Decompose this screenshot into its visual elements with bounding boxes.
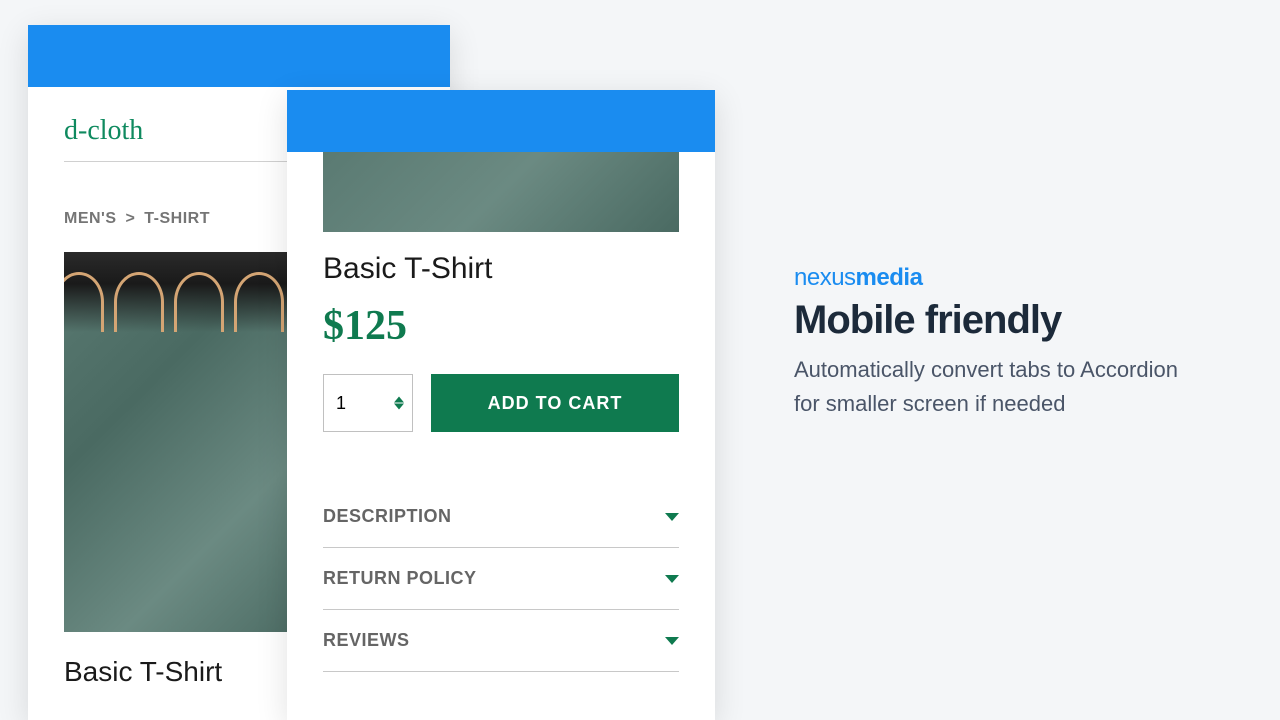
chevron-down-icon — [665, 575, 679, 583]
brand-logo: nexusmedia — [794, 264, 1194, 292]
accordion-label: REVIEWS — [323, 630, 410, 651]
chevron-down-icon — [665, 637, 679, 645]
product-image[interactable] — [323, 152, 679, 232]
accordion-item-return-policy[interactable]: RETURN POLICY — [323, 548, 679, 610]
accordion-label: RETURN POLICY — [323, 568, 477, 589]
accordion-label: DESCRIPTION — [323, 506, 452, 527]
accordion-item-description[interactable]: DESCRIPTION — [323, 486, 679, 548]
stepper-down-icon[interactable] — [394, 404, 404, 410]
quantity-value: 1 — [336, 393, 346, 414]
stepper-up-icon[interactable] — [394, 397, 404, 403]
phone-mockup-front: Basic T-Shirt $125 1 ADD TO CART DESCRIP… — [287, 90, 715, 720]
accordion-item-reviews[interactable]: REVIEWS — [323, 610, 679, 672]
breadcrumb-subcategory[interactable]: T-SHIRT — [144, 210, 210, 227]
chevron-down-icon — [665, 513, 679, 521]
breadcrumb-category[interactable]: MEN'S — [64, 210, 117, 227]
phone-status-bar — [28, 25, 450, 87]
quantity-stepper[interactable]: 1 — [323, 374, 413, 432]
product-price: $125 — [323, 302, 679, 350]
add-to-cart-button[interactable]: ADD TO CART — [431, 374, 679, 432]
breadcrumb-separator: > — [125, 210, 135, 227]
product-title: Basic T-Shirt — [323, 252, 679, 286]
phone-status-bar — [287, 90, 715, 152]
marketing-copy: nexusmedia Mobile friendly Automatically… — [794, 264, 1194, 421]
brand-light: nexus — [794, 264, 856, 291]
brand-bold: media — [856, 264, 923, 291]
subcopy: Automatically convert tabs to Accordion … — [794, 353, 1194, 421]
headline: Mobile friendly — [794, 298, 1194, 343]
